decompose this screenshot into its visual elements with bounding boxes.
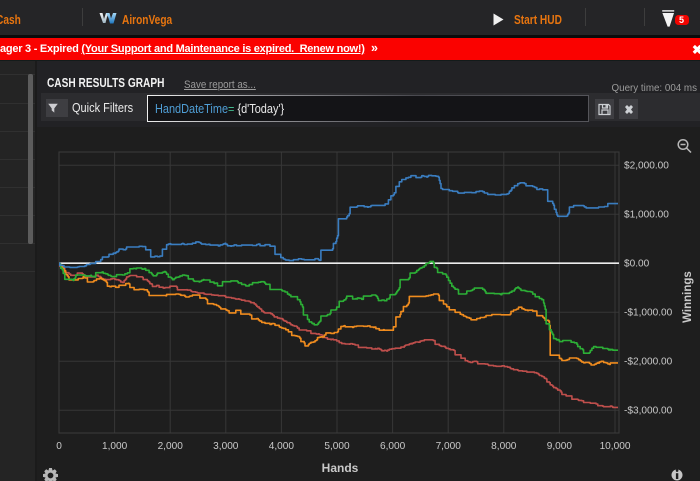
svg-text:$2,000.00: $2,000.00 <box>624 161 669 172</box>
svg-text:3,000: 3,000 <box>213 441 239 452</box>
svg-text:9,000: 9,000 <box>547 441 573 452</box>
svg-text:6,000: 6,000 <box>380 441 406 452</box>
svg-text:1,000: 1,000 <box>102 441 128 452</box>
svg-text:8,000: 8,000 <box>491 441 517 452</box>
svg-text:4,000: 4,000 <box>269 441 295 452</box>
svg-text:2,000: 2,000 <box>158 441 184 452</box>
svg-text:-$3,000.00: -$3,000.00 <box>624 406 673 417</box>
svg-text:5,000: 5,000 <box>324 441 350 452</box>
svg-text:-$1,000.00: -$1,000.00 <box>624 308 673 319</box>
svg-text:-$2,000.00: -$2,000.00 <box>624 357 673 368</box>
svg-text:10,000: 10,000 <box>600 441 631 452</box>
svg-text:0: 0 <box>56 441 62 452</box>
svg-text:7,000: 7,000 <box>436 441 462 452</box>
svg-text:$0.00: $0.00 <box>624 259 650 270</box>
svg-text:$1,000.00: $1,000.00 <box>624 210 669 221</box>
svg-text:Hands: Hands <box>322 461 359 475</box>
svg-text:Winnings: Winnings <box>682 271 694 323</box>
